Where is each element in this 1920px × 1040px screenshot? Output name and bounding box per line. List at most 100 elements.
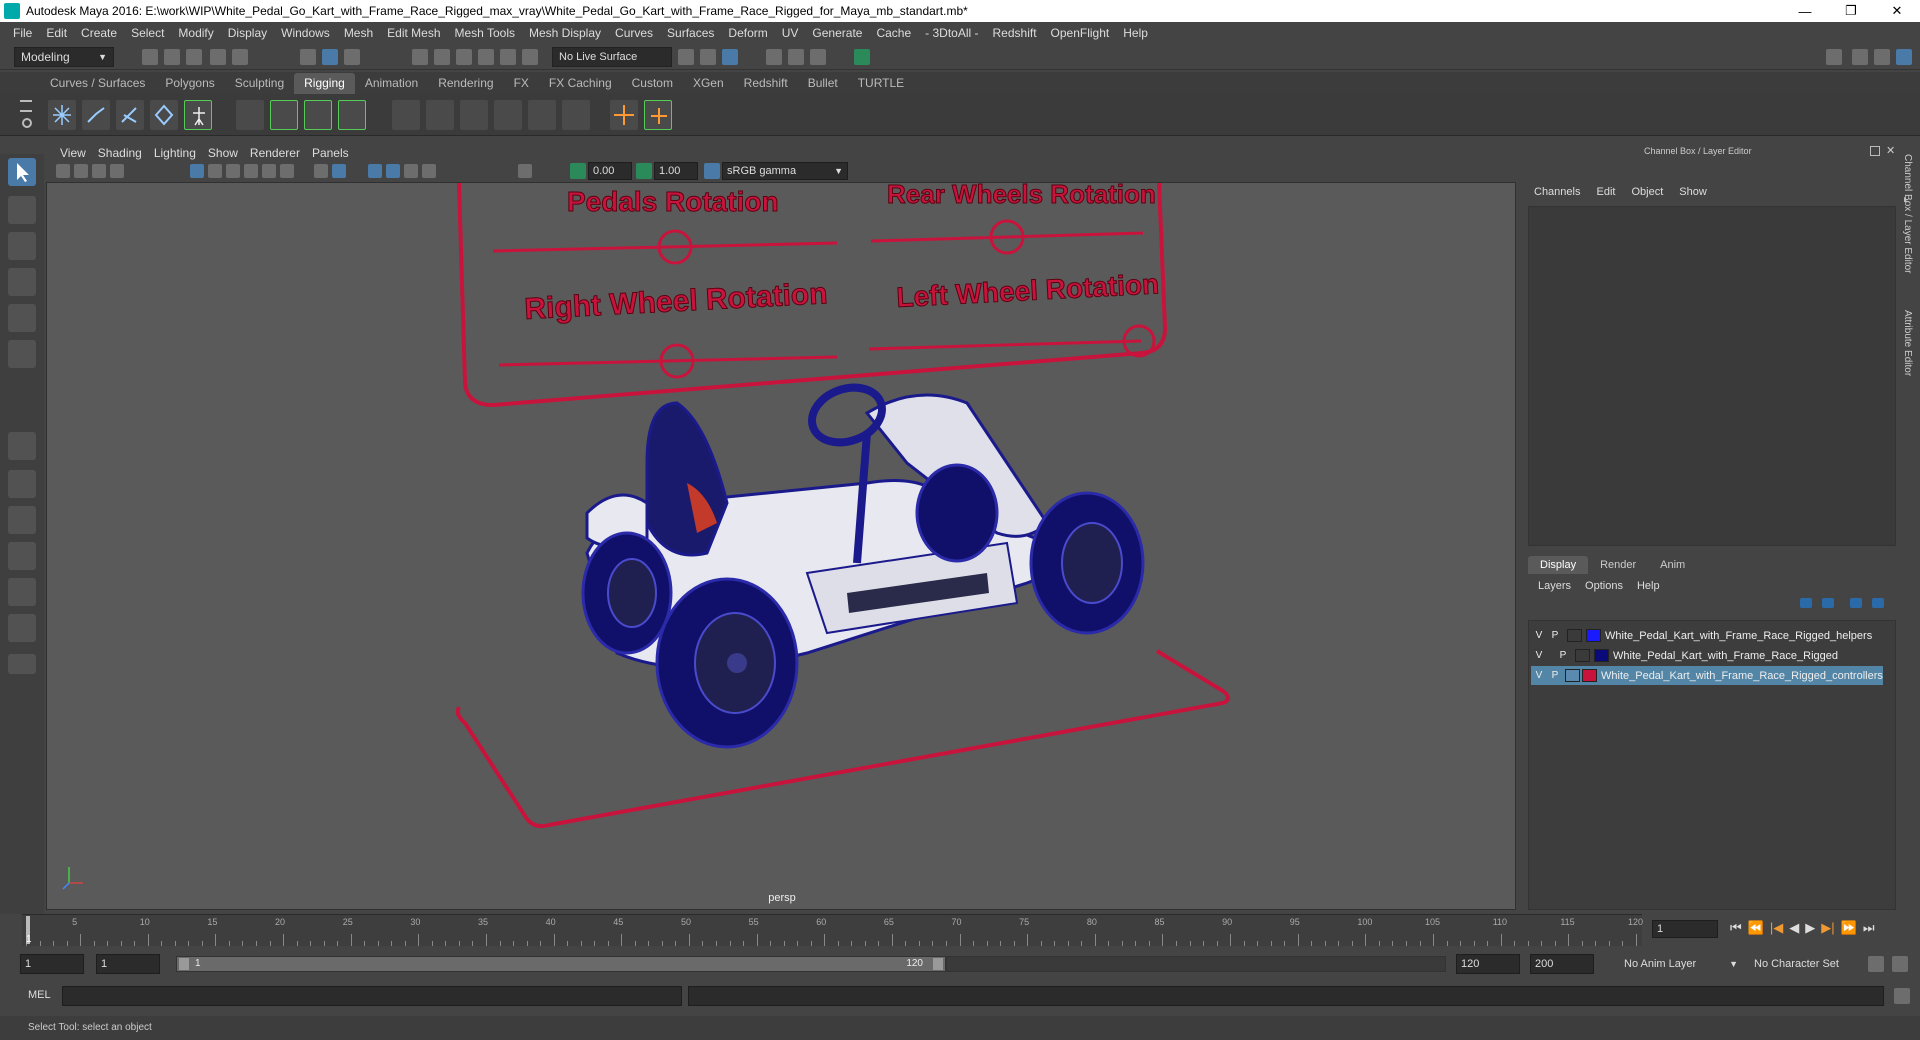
panel-menu-show[interactable]: Show: [202, 146, 244, 160]
wireframe-on-shaded-icon[interactable]: [368, 164, 382, 178]
menu-redshift[interactable]: Redshift: [986, 26, 1044, 40]
menu-surfaces[interactable]: Surfaces: [660, 26, 721, 40]
attribute-editor-toggle-icon[interactable]: [1852, 49, 1868, 65]
menu-create[interactable]: Create: [74, 26, 124, 40]
panel-menu-shading[interactable]: Shading: [92, 146, 148, 160]
wireframe-shading-icon[interactable]: [314, 164, 328, 178]
shelf-tab-turtle[interactable]: TURTLE: [848, 73, 914, 94]
channel-box-toggle-icon[interactable]: [1896, 49, 1912, 65]
snap-view-plane-icon[interactable]: [478, 49, 494, 65]
select-tool-icon[interactable]: [8, 158, 36, 186]
camera-attributes-icon[interactable]: [74, 164, 88, 178]
end-time-field[interactable]: 200: [1530, 954, 1594, 974]
new-layer-selected-icon[interactable]: [1872, 598, 1884, 608]
layer-playback-toggle[interactable]: P: [1547, 670, 1563, 681]
time-slider[interactable]: 5 10 15 20 25 30 35 40 45 50 55 60 65 70 75 80 85 90 95 100…: [0, 914, 1920, 948]
menu-edit[interactable]: Edit: [39, 26, 74, 40]
safe-action-icon[interactable]: [280, 164, 294, 178]
joint-tool-icon[interactable]: [48, 100, 76, 130]
layer-visibility-toggle[interactable]: V: [1531, 630, 1547, 641]
step-forward-frame-icon[interactable]: ▶|: [1821, 920, 1834, 936]
shelf-tab-curves-surfaces[interactable]: Curves / Surfaces: [40, 73, 155, 94]
channel-box-menu-object[interactable]: Object: [1631, 186, 1663, 198]
bind-skin-icon[interactable]: [270, 100, 298, 130]
snap-grid-icon[interactable]: [412, 49, 428, 65]
snap-magnet-icon[interactable]: [522, 49, 538, 65]
gamma-icon[interactable]: [636, 163, 652, 179]
render-frame-icon[interactable]: [766, 49, 782, 65]
layer-color-swatch[interactable]: [1586, 629, 1601, 642]
menu-generate[interactable]: Generate: [805, 26, 869, 40]
command-input[interactable]: [62, 986, 682, 1006]
live-surface-field[interactable]: No Live Surface: [552, 47, 672, 67]
float-panel-icon[interactable]: [1870, 146, 1880, 156]
menu-curves[interactable]: Curves: [608, 26, 660, 40]
command-language-label[interactable]: MEL: [28, 989, 51, 1001]
character-set-dropdown[interactable]: No Character Set: [1748, 954, 1864, 974]
step-back-key-icon[interactable]: ⏪: [1748, 920, 1764, 936]
layer-type-toggle[interactable]: [1565, 669, 1580, 682]
scale-tool-icon[interactable]: [8, 340, 36, 368]
tool-settings-toggle-icon[interactable]: [1874, 49, 1890, 65]
script-editor-icon[interactable]: [1894, 988, 1910, 1004]
mirror-joint-icon[interactable]: [150, 100, 178, 130]
channel-box-menu-show[interactable]: Show: [1679, 186, 1707, 198]
layer-type-toggle[interactable]: [1567, 629, 1582, 642]
shelf-tab-animation[interactable]: Animation: [355, 73, 428, 94]
menu-mesh-display[interactable]: Mesh Display: [522, 26, 608, 40]
channel-box-menu-edit[interactable]: Edit: [1596, 186, 1615, 198]
menu-uv[interactable]: UV: [775, 26, 806, 40]
shadows-icon[interactable]: [422, 164, 436, 178]
timeline-track[interactable]: 5 10 15 20 25 30 35 40 45 50 55 60 65 70 75 80 85 90 95 100…: [22, 914, 1643, 946]
step-forward-key-icon[interactable]: ⏩: [1841, 920, 1857, 936]
ik-handle-icon[interactable]: [82, 100, 110, 130]
shelf-menu-icon[interactable]: [20, 100, 32, 112]
color-management-icon[interactable]: [704, 163, 720, 179]
play-backwards-icon[interactable]: ◀: [1789, 920, 1799, 936]
field-chart-icon[interactable]: [262, 164, 276, 178]
move-tool-icon[interactable]: [8, 268, 36, 296]
auto-key-icon[interactable]: [1868, 956, 1884, 972]
channel-list-area[interactable]: [1528, 206, 1896, 546]
panel-menu-view[interactable]: View: [54, 146, 92, 160]
layer-tab-anim[interactable]: Anim: [1648, 556, 1697, 574]
gate-mask-icon[interactable]: [244, 164, 258, 178]
menu-select[interactable]: Select: [124, 26, 171, 40]
play-forwards-icon[interactable]: ▶: [1805, 920, 1815, 936]
render-view-icon[interactable]: [722, 49, 738, 65]
snap-surface-icon[interactable]: [500, 49, 516, 65]
shelf-tab-xgen[interactable]: XGen: [683, 73, 734, 94]
menu-file[interactable]: File: [6, 26, 39, 40]
shelf-tab-sculpting[interactable]: Sculpting: [225, 73, 294, 94]
menu-edit-mesh[interactable]: Edit Mesh: [380, 26, 447, 40]
outliner-persp-layout-icon[interactable]: [8, 614, 36, 642]
sculpt-deformer-icon[interactable]: [494, 100, 522, 130]
panel-menu-renderer[interactable]: Renderer: [244, 146, 306, 160]
playback-start-field[interactable]: 1: [96, 954, 160, 974]
open-scene-icon[interactable]: [164, 49, 180, 65]
wire-deformer-icon[interactable]: [460, 100, 488, 130]
menu-mesh[interactable]: Mesh: [337, 26, 380, 40]
menu-openflight[interactable]: OpenFlight: [1044, 26, 1117, 40]
layer-row-rigged[interactable]: V P White_Pedal_Kart_with_Frame_Race_Rig…: [1531, 646, 1883, 665]
channel-box-menu-channels[interactable]: Channels: [1534, 186, 1580, 198]
panel-menu-panels[interactable]: Panels: [306, 146, 355, 160]
shelf-tab-redshift[interactable]: Redshift: [734, 73, 798, 94]
construction-history-icon[interactable]: [700, 49, 716, 65]
undo-icon[interactable]: [210, 49, 226, 65]
anim-layer-dropdown[interactable]: No Anim Layer ▼: [1618, 954, 1744, 974]
shelf-tab-rigging[interactable]: Rigging: [294, 73, 355, 94]
new-empty-layer-icon[interactable]: [1850, 598, 1862, 608]
shelf-tab-fx-caching[interactable]: FX Caching: [539, 73, 622, 94]
xray-icon[interactable]: [386, 164, 400, 178]
film-gate-icon[interactable]: [208, 164, 222, 178]
exposure-icon[interactable]: [570, 163, 586, 179]
paint-weights-icon[interactable]: [338, 100, 366, 130]
input-output-icon[interactable]: [678, 49, 694, 65]
redo-icon[interactable]: [232, 49, 248, 65]
grid-toggle-icon[interactable]: [190, 164, 204, 178]
use-all-lights-icon[interactable]: [404, 164, 418, 178]
resolution-gate-icon[interactable]: [226, 164, 240, 178]
layer-row-controllers[interactable]: V P White_Pedal_Kart_with_Frame_Race_Rig…: [1531, 666, 1883, 685]
custom-layout-icon[interactable]: [8, 654, 36, 674]
